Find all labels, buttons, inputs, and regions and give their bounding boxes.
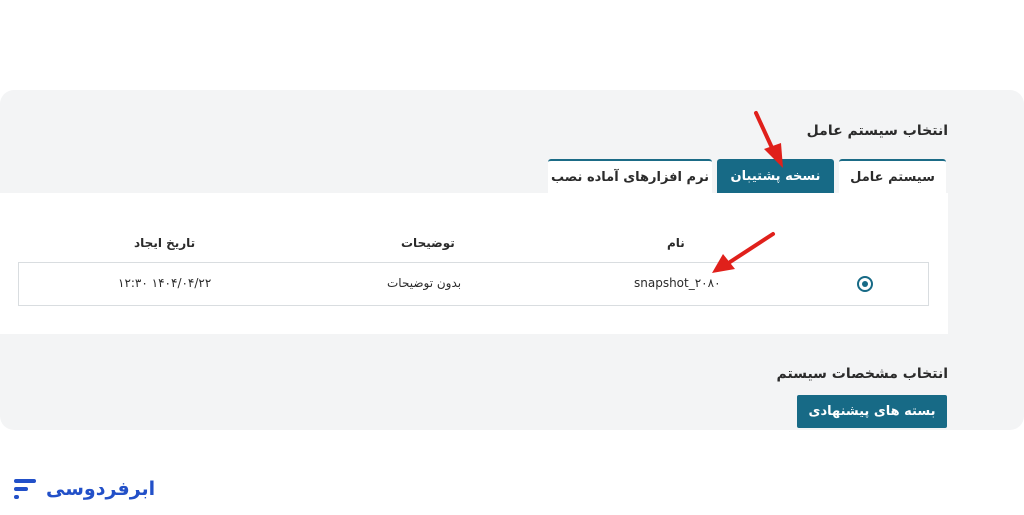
annotation-arrows <box>712 111 783 273</box>
brand-name: ابرفردوسی <box>46 478 156 500</box>
arrow-to-backup-tab-icon <box>754 111 783 168</box>
brand-logo: ابرفردوسی <box>12 474 155 504</box>
arrow-to-snapshot-icon <box>712 232 775 273</box>
brand-icon <box>14 479 36 499</box>
